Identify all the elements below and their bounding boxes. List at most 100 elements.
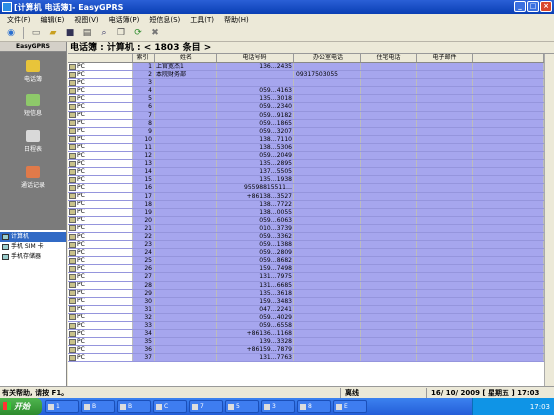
home-phone-cell [361,135,417,143]
menu-view[interactable]: 视图(V) [69,15,103,25]
col-index[interactable]: 索引 [133,54,155,62]
maximize-button[interactable]: □ [527,1,539,12]
taskbar-task[interactable]: C [153,400,187,413]
tree-item-computer[interactable]: 计算机 [0,232,66,242]
source-cell: PC [68,143,133,152]
table-row[interactable]: PC 21 010…3739 [68,224,544,233]
table-row[interactable]: PC 11 138…5306 [68,143,544,153]
sidebar-item-calendar[interactable]: 日程表 [0,130,66,153]
table-row[interactable]: PC 19 138…0055 [68,208,544,217]
table-row[interactable]: PC 30 159…3483 [68,297,544,306]
print-icon[interactable]: ▤ [80,27,94,40]
sidebar-item-sms[interactable]: 短信息 [0,94,66,117]
taskbar-task[interactable]: B [117,400,151,413]
table-row[interactable]: PC 14 137…5505 [68,168,544,177]
start-button[interactable]: 开始 [0,398,42,415]
close-button[interactable]: × [540,1,552,12]
vertical-scrollbar[interactable] [544,54,554,386]
record-icon [69,217,76,224]
table-row[interactable]: PC 28 131…6685 [68,281,544,290]
new-icon[interactable]: ▭ [29,27,43,40]
find-icon[interactable]: ⌕ [97,27,111,40]
table-row[interactable]: PC 6 059…2340 [68,103,544,112]
open-icon[interactable]: ▰ [46,27,60,40]
table-row[interactable]: PC 22 059…3362 [68,232,544,242]
taskbar-task[interactable]: E [333,400,367,413]
task-app-icon [336,403,342,410]
table-row[interactable]: PC 5 135…3018 [68,95,544,104]
table-row[interactable]: PC 4 059…4163 [68,87,544,96]
sidebar-item-phonebook[interactable]: 电话簿 [0,60,66,83]
taskbar-task[interactable]: 5 [225,400,259,413]
taskbar-task[interactable]: B [81,400,115,413]
email-cell [417,241,473,249]
table-row[interactable]: PC 7 059…9182 [68,111,544,120]
task-app-icon [120,403,126,410]
home-phone-cell [361,224,417,232]
table-row[interactable]: PC 13 135…2895 [68,160,544,169]
office-phone-cell [294,273,361,281]
table-row[interactable]: PC 32 059…4029 [68,313,544,322]
help-text: 有关帮助, 请按 F1。 [2,388,69,397]
col-home[interactable]: 住宅电话 [361,54,417,62]
table-row[interactable]: PC 3 [68,79,544,88]
minimize-button[interactable]: _ [514,1,526,12]
connect-icon[interactable]: ◉ [4,27,18,40]
table-row[interactable]: PC 18 138…7722 [68,200,544,209]
menu-help[interactable]: 帮助(H) [219,15,254,25]
col-email[interactable]: 电子邮件 [417,54,473,62]
name-cell [155,176,217,184]
index-cell: 1 [133,63,155,71]
name-cell [155,346,217,354]
taskbar-task[interactable]: 3 [261,400,295,413]
table-row[interactable]: PC 10 138…7110 [68,135,544,144]
office-phone-cell [294,289,361,297]
col-office[interactable]: 办公室电话 [294,54,361,62]
copy-icon[interactable]: ❐ [114,27,128,40]
table-row[interactable]: PC 24 059…2809 [68,249,544,258]
table-row[interactable]: PC 29 135…3618 [68,289,544,298]
table-row[interactable]: PC 36 +86159…7879 [68,346,544,355]
home-phone-cell [361,257,417,265]
table-row[interactable]: PC 37 131…7763 [68,354,544,363]
table-row[interactable]: PC 12 059…2049 [68,152,544,161]
col-name[interactable]: 姓名 [155,54,217,62]
table-row[interactable]: PC 25 059…8682 [68,257,544,266]
table-row[interactable]: PC 17 +86138…3527 [68,192,544,201]
table-row[interactable]: PC 34 +86136…1168 [68,330,544,339]
col-phone[interactable]: 电话号码 [217,54,294,62]
source-cell: PC [68,273,133,281]
index-cell: 32 [133,313,155,321]
table-row[interactable]: PC 26 159…7498 [68,265,544,274]
tree-item-sim[interactable]: 手机 SIM 卡 [0,242,66,252]
menu-file[interactable]: 文件(F) [2,15,36,25]
menu-tools[interactable]: 工具(T) [185,15,219,25]
sync-icon[interactable]: ⟳ [131,27,145,40]
table-row[interactable]: PC 8 059…1865 [68,119,544,128]
record-icon [69,354,76,361]
email-cell [417,346,473,354]
menu-edit[interactable]: 编辑(E) [36,15,70,25]
email-cell [417,103,473,111]
table-row[interactable]: PC 23 059…1388 [68,241,544,250]
table-row[interactable]: PC 33 059…6558 [68,322,544,331]
table-row[interactable]: PC 31 047…2241 [68,305,544,314]
menu-sms[interactable]: 短信息(S) [144,15,185,25]
sidebar-item-call-log[interactable]: 通话记录 [0,166,66,189]
taskbar-task[interactable]: 7 [189,400,223,413]
table-row[interactable]: PC 35 139…3328 [68,338,544,347]
delete-icon[interactable]: ✖ [148,27,162,40]
table-row[interactable]: PC 20 059…6063 [68,216,544,225]
table-row[interactable]: PC 1 上官宽杰1 136…2435 [68,63,544,72]
table-row[interactable]: PC 15 135…1938 [68,176,544,185]
save-icon[interactable]: ■ [63,27,77,40]
tree-item-phone-memory[interactable]: 手机存储器 [0,252,66,262]
office-phone-cell [294,192,361,200]
taskbar-task[interactable]: 8 [297,400,331,413]
table-row[interactable]: PC 9 059…3207 [68,127,544,136]
table-row[interactable]: PC 2 本院财务部 09317503055 [68,71,544,80]
menu-phonebook[interactable]: 电话簿(P) [104,15,145,25]
table-row[interactable]: PC 16 95598815511… [68,184,544,193]
taskbar-task[interactable]: 1 [45,400,79,413]
table-row[interactable]: PC 27 131…7975 [68,273,544,282]
